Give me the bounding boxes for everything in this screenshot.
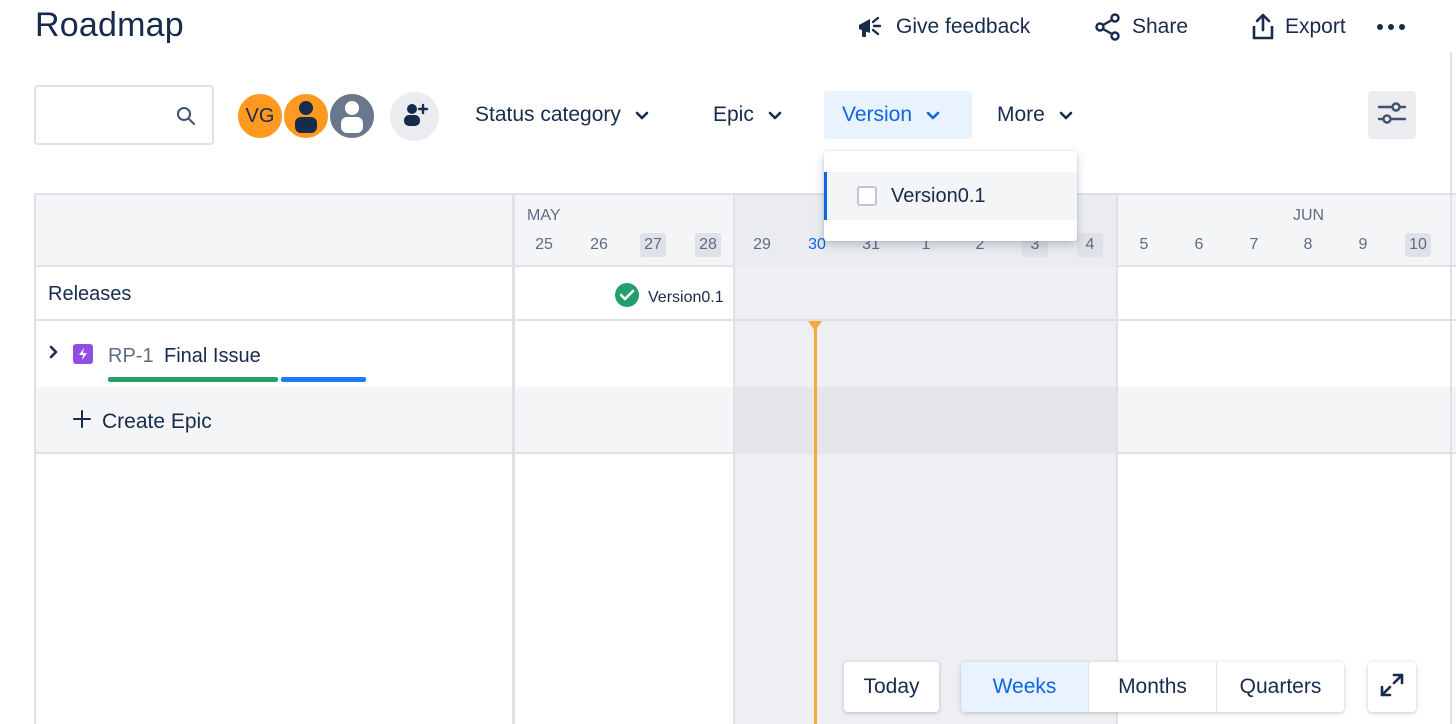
share-label: Share	[1132, 15, 1189, 38]
chevron-down-icon	[635, 103, 649, 127]
timeline-day: 6	[1194, 236, 1204, 253]
releases-row: Releases Version0.1	[36, 267, 1456, 321]
search-icon	[176, 106, 196, 131]
version-option[interactable]: Version0.1	[824, 172, 1077, 220]
timeline-day: 5	[1139, 236, 1149, 253]
epic-progress-done	[108, 377, 278, 382]
status-category-filter[interactable]: Status category	[457, 91, 667, 139]
timeline-day: 4	[1077, 233, 1103, 257]
person-icon	[284, 94, 328, 138]
chevron-right-icon[interactable]	[48, 345, 60, 364]
version-filter[interactable]: Version	[824, 91, 972, 139]
person-icon	[330, 94, 374, 138]
epic-filter-label: Epic	[713, 103, 754, 126]
more-dots-icon	[1376, 22, 1406, 32]
export-icon	[1251, 13, 1275, 41]
check-circle-icon	[614, 282, 640, 313]
fullscreen-button[interactable]	[1368, 662, 1416, 712]
plus-icon	[72, 409, 92, 435]
more-filter-label: More	[997, 103, 1045, 126]
today-label: Today	[863, 675, 920, 698]
add-person-icon	[401, 100, 429, 133]
epic-filter[interactable]: Epic	[695, 91, 800, 139]
give-feedback-label: Give feedback	[896, 15, 1031, 38]
week-divider	[1116, 195, 1118, 724]
list-divider[interactable]	[512, 195, 515, 724]
timeline-header: MAY JUN 25 26 27 28 29 30 31 1 2 3 4 5 6…	[36, 195, 1456, 267]
quarters-option[interactable]: Quarters	[1217, 662, 1344, 712]
weeks-option[interactable]: Weeks	[961, 662, 1089, 712]
version-filter-label: Version	[842, 103, 913, 126]
chevron-down-icon	[926, 103, 940, 127]
timeline-day: 7	[1249, 236, 1259, 253]
avatar-initials: VG	[245, 104, 275, 127]
chevron-down-icon	[1059, 103, 1073, 127]
timeline-day: 9	[1358, 236, 1368, 253]
timeline-day: 10	[1405, 233, 1431, 257]
timeline-day: 8	[1303, 236, 1313, 253]
timeline-view-switch: Weeks Months Quarters	[961, 662, 1344, 712]
release-marker[interactable]: Version0.1	[614, 282, 724, 313]
export-label: Export	[1285, 15, 1346, 38]
export-button[interactable]: Export	[1251, 8, 1346, 46]
status-category-label: Status category	[475, 103, 621, 126]
share-icon	[1094, 13, 1122, 41]
avatar-user[interactable]	[282, 92, 330, 140]
today-button[interactable]: Today	[844, 662, 939, 712]
today-line	[814, 327, 817, 724]
roadmap-grid: MAY JUN 25 26 27 28 29 30 31 1 2 3 4 5 6…	[34, 193, 1456, 724]
epic-lightning-icon	[73, 344, 93, 364]
sliders-icon	[1377, 100, 1407, 131]
megaphone-icon	[856, 13, 886, 41]
page-title: Roadmap	[35, 6, 184, 44]
create-epic-label: Create Epic	[102, 410, 212, 433]
view-settings-button[interactable]	[1368, 91, 1416, 139]
releases-label: Releases	[48, 283, 132, 305]
week-divider	[733, 195, 735, 724]
months-option[interactable]: Months	[1089, 662, 1217, 712]
version-dropdown: Version0.1	[824, 151, 1077, 241]
give-feedback-button[interactable]: Give feedback	[856, 8, 1030, 46]
epic-row[interactable]: RP-1 Final Issue	[36, 321, 512, 387]
epic-progress-in-progress	[281, 377, 366, 382]
month-label-may: MAY	[527, 207, 561, 224]
avatar-user-default[interactable]	[328, 92, 376, 140]
version-checkbox[interactable]	[857, 186, 877, 206]
timeline-day: 27	[640, 233, 666, 257]
timeline-day: 25	[535, 236, 553, 253]
epic-summary[interactable]: Final Issue	[164, 345, 261, 368]
timeline-day: 29	[753, 236, 771, 253]
epic-key[interactable]: RP-1	[108, 345, 154, 368]
create-epic-button[interactable]: Create Epic	[72, 409, 212, 435]
more-actions-button[interactable]	[1376, 8, 1406, 46]
timeline-day: 26	[590, 236, 608, 253]
avatar-vg[interactable]: VG	[236, 92, 284, 140]
add-people-button[interactable]	[390, 92, 439, 141]
share-button[interactable]: Share	[1094, 8, 1188, 46]
month-label-jun: JUN	[1293, 207, 1325, 224]
timeline-day: 28	[695, 233, 721, 257]
search-field[interactable]	[34, 85, 214, 145]
chevron-down-icon	[768, 103, 782, 127]
more-filter[interactable]: More	[979, 91, 1091, 139]
release-version-label: Version0.1	[648, 288, 724, 306]
version-option-label: Version0.1	[891, 184, 986, 207]
expand-icon	[1378, 671, 1406, 704]
search-input[interactable]	[44, 97, 174, 133]
